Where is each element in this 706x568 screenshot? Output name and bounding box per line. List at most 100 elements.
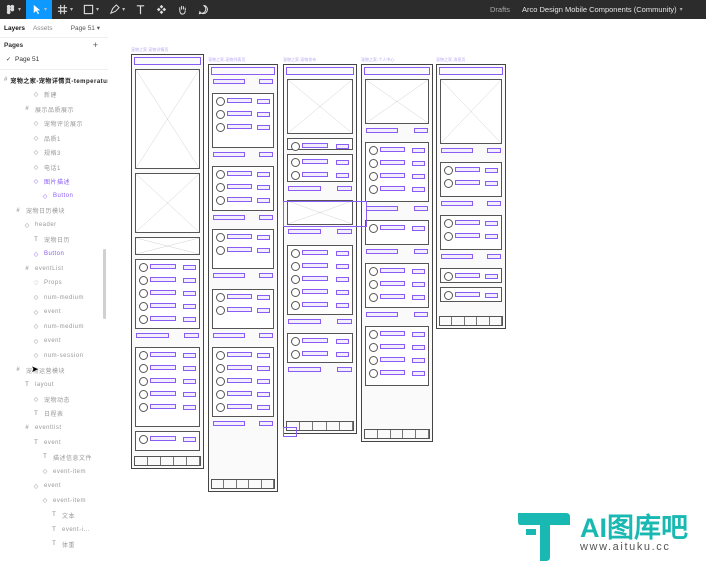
tab-layers[interactable]: Layers	[4, 25, 25, 32]
move-tool-button[interactable]: ▾	[26, 0, 53, 19]
layer-item[interactable]: ◇ header	[0, 218, 108, 233]
bottom-tab-bar[interactable]	[439, 316, 503, 326]
section-title-bar	[366, 312, 399, 317]
tab-bar-item[interactable]	[403, 430, 417, 438]
layer-item[interactable]: ◇ 宠物动态	[0, 392, 108, 407]
tab-bar-item[interactable]	[313, 422, 327, 430]
bottom-tab-bar[interactable]	[364, 429, 430, 439]
mobile-frame[interactable]	[208, 64, 278, 492]
tab-bar-item[interactable]	[148, 457, 161, 465]
tab-bar-item[interactable]	[174, 457, 187, 465]
add-page-icon[interactable]: +	[93, 40, 98, 50]
tab-bar-item[interactable]	[161, 457, 174, 465]
tab-bar-item[interactable]	[135, 457, 148, 465]
mobile-frame[interactable]	[436, 64, 506, 329]
layer-item[interactable]: ◇ event-item	[0, 494, 108, 509]
tab-bar-item[interactable]	[378, 430, 391, 438]
mobile-frame[interactable]	[283, 64, 357, 434]
list-row-button	[485, 168, 498, 173]
mobile-frame[interactable]	[131, 54, 204, 469]
layer-item[interactable]: T 体重	[0, 537, 108, 552]
layer-item[interactable]: # eventList	[0, 262, 108, 277]
tab-bar-item[interactable]	[490, 317, 503, 325]
frame-label[interactable]: 宠物之家-宠物详情页	[131, 47, 168, 53]
layer-item[interactable]: Tevent-i...	[0, 523, 108, 538]
file-name[interactable]: Arco Design Mobile Components (Community…	[522, 5, 677, 14]
frame-label[interactable]: 宠物之家-个人中心	[361, 57, 394, 63]
layer-item[interactable]: ◇ event	[0, 334, 108, 349]
page-item-current[interactable]: ✓ Page 51	[0, 52, 108, 66]
tab-bar-item[interactable]	[391, 430, 404, 438]
avatar-circle	[139, 364, 148, 373]
list-row-bar	[150, 352, 176, 357]
bottom-tab-bar[interactable]	[211, 479, 275, 489]
layer-item[interactable]: ♡ Props	[0, 276, 108, 291]
layer-item[interactable]: ◇ event	[0, 305, 108, 320]
tab-bar-item[interactable]	[327, 422, 340, 430]
page-selector[interactable]: Page 51 ▾	[71, 24, 100, 32]
scrollbar[interactable]	[103, 249, 106, 319]
tab-bar-item[interactable]	[262, 480, 275, 488]
layer-item[interactable]: ◇ 规格3	[0, 146, 108, 161]
tab-bar-item[interactable]	[465, 317, 478, 325]
layer-item[interactable]: ◇ event	[0, 479, 108, 494]
layer-item[interactable]: # 展示品质展示	[0, 102, 108, 117]
location-label[interactable]: Drafts	[490, 5, 510, 14]
tab-bar-item[interactable]	[300, 422, 314, 430]
tab-bar-item[interactable]	[187, 457, 200, 465]
text-tool-button[interactable]	[130, 0, 151, 19]
selection-outline[interactable]	[283, 427, 297, 437]
main-menu-button[interactable]: ▾	[0, 0, 26, 19]
frame-label[interactable]: 宠物之家-宠物发布	[283, 57, 316, 63]
tab-bar-item[interactable]	[249, 480, 262, 488]
tab-bar-item[interactable]	[212, 480, 225, 488]
tab-bar-item[interactable]	[224, 480, 237, 488]
chevron-down-icon[interactable]: ▾	[680, 6, 683, 13]
layer-item[interactable]: # eventlist	[0, 421, 108, 436]
tab-bar-item[interactable]	[477, 317, 490, 325]
file-title[interactable]: Drafts Arco Design Mobile Components (Co…	[490, 0, 683, 19]
bottom-tab-bar[interactable]	[134, 456, 201, 466]
layer-item[interactable]: ◇ num-session	[0, 349, 108, 364]
layer-item[interactable]: T 宠物日历	[0, 233, 108, 248]
layer-item[interactable]: ◇ 新建	[0, 88, 108, 103]
design-canvas[interactable]: 宠物之家-宠物详情页宠物之家-宠物列表页 宠物之家-宠物发布 宠物之家-个人中心 宠物…	[108, 19, 706, 568]
frame-header-bar	[439, 67, 503, 75]
layer-item[interactable]: #宠物之家-宠物详情页-temperature...	[0, 73, 108, 88]
layer-item[interactable]: ◇ Button	[0, 189, 108, 204]
layer-item[interactable]: ◇ Button	[0, 247, 108, 262]
pen-tool-button[interactable]: ▾	[104, 0, 130, 19]
section-action-bar	[487, 201, 501, 206]
comment-tool-button[interactable]	[193, 0, 214, 19]
layer-item[interactable]: ◇ num-medium	[0, 291, 108, 306]
layer-item[interactable]: T 日程表	[0, 407, 108, 422]
frame-label[interactable]: 宠物之家-宠物列表页	[208, 57, 245, 63]
layer-item[interactable]: ◇ num-medium	[0, 320, 108, 335]
tab-bar-item[interactable]	[452, 317, 465, 325]
tab-bar-item[interactable]	[416, 430, 429, 438]
layer-item[interactable]: ◇ event-item	[0, 465, 108, 480]
tab-assets[interactable]: Assets	[33, 25, 53, 32]
hand-tool-button[interactable]	[172, 0, 193, 19]
layer-item[interactable]: # 宠物运营模块	[0, 363, 108, 378]
image-cross-icon	[366, 80, 428, 123]
layer-item[interactable]: # 宠物日历模块	[0, 204, 108, 219]
tab-bar-item[interactable]	[365, 430, 378, 438]
layer-item[interactable]: ◇ 宠物评论展示	[0, 117, 108, 132]
layer-item[interactable]: Tevent	[0, 436, 108, 451]
tab-bar-item[interactable]	[340, 422, 354, 430]
tab-bar-item[interactable]	[440, 317, 453, 325]
layer-item[interactable]: T 描述信息文件	[0, 450, 108, 465]
frame-label[interactable]: 宠物之家-消息页	[436, 57, 465, 63]
layer-item[interactable]: ◇ 电话1	[0, 160, 108, 175]
layer-item[interactable]: Tlayout	[0, 378, 108, 393]
resources-tool-button[interactable]	[151, 0, 172, 19]
frame-tool-button[interactable]: ▾	[52, 0, 78, 19]
layer-item[interactable]: ◇ 图片描述	[0, 175, 108, 190]
selection-outline[interactable]	[283, 201, 367, 227]
mobile-frame[interactable]	[361, 64, 433, 442]
layer-item[interactable]: ◇ 品质1	[0, 131, 108, 146]
layer-item[interactable]: T 文本	[0, 508, 108, 523]
shape-tool-button[interactable]: ▾	[78, 0, 104, 19]
tab-bar-item[interactable]	[237, 480, 250, 488]
